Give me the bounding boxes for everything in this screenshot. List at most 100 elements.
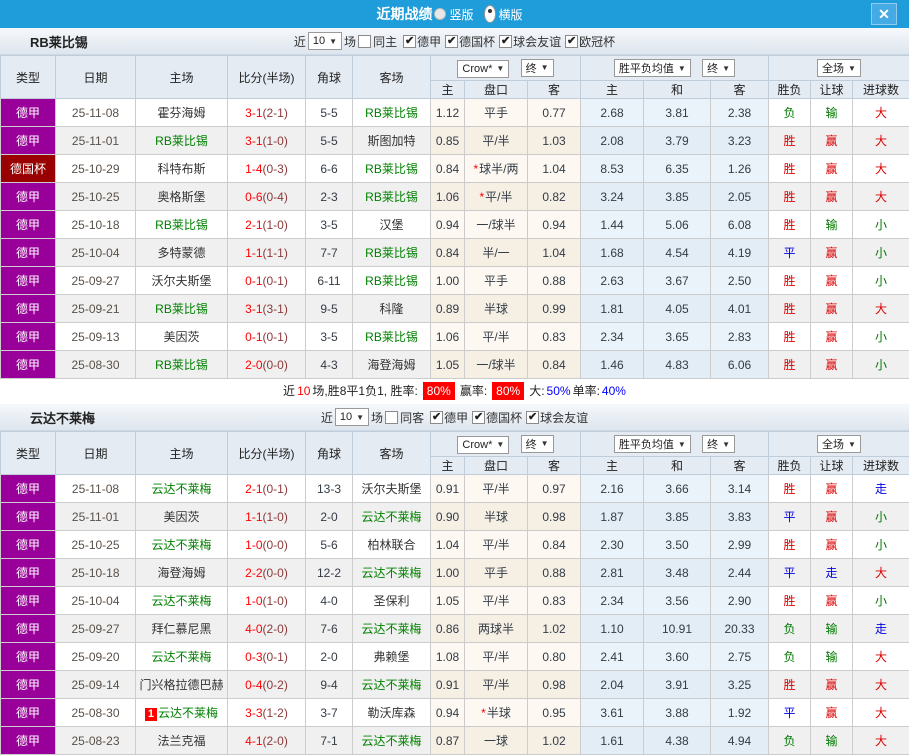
home-team-cell: RB莱比锡 — [136, 351, 228, 379]
single-rate-value: 40% — [602, 384, 626, 398]
corners-cell: 7-7 — [306, 239, 353, 267]
league-checkbox[interactable]: ✔ — [472, 411, 485, 424]
corners-cell: 7-6 — [306, 615, 353, 643]
bookmaker-select[interactable]: Crow*▼ — [457, 60, 509, 78]
goals-result-cell: 小 — [853, 211, 909, 239]
league-checkbox[interactable]: ✔ — [565, 35, 578, 48]
away-team: 柏林联合 — [367, 538, 415, 552]
avg-draw-cell: 3.60 — [644, 643, 711, 671]
handicap-cell: *平/半 — [465, 127, 528, 155]
away-odds-cell: 0.83 — [528, 323, 581, 351]
close-button[interactable]: ✕ — [871, 3, 897, 25]
col-handicap: 盘口 — [465, 457, 528, 475]
home-team-cell: 多特蒙德 — [136, 239, 228, 267]
home-odds-cell: 0.90 — [431, 503, 465, 531]
odds-time-select[interactable]: 终▼ — [521, 59, 554, 77]
match-count-select[interactable]: 10▼ — [335, 408, 369, 426]
home-odds-cell: 0.84 — [431, 155, 465, 183]
league-checkbox[interactable]: ✔ — [499, 35, 512, 48]
away-odds-cell: 0.98 — [528, 503, 581, 531]
summary-profit-label: 赢率: — [460, 384, 487, 398]
result-cell: 平 — [769, 559, 811, 587]
goals-result-cell: 小 — [853, 587, 909, 615]
away-team: RB莱比锡 — [365, 190, 418, 204]
orientation-radio-0[interactable]: 竖版 — [434, 6, 473, 23]
match-row: 德甲 25-10-25 云达不莱梅 1-0(0-0) 5-6 柏林联合 1.04… — [1, 531, 909, 559]
handicap-cell: *半球 — [465, 295, 528, 323]
away-team-cell: 沃尔夫斯堡 — [353, 475, 431, 503]
section-header-team2: 云达不莱梅 近 10▼ 场 同客 ✔德甲✔德国杯✔球会友谊 — [0, 404, 909, 431]
goals-result-cell: 大 — [853, 727, 909, 755]
away-team-cell: RB莱比锡 — [353, 99, 431, 127]
avg-away-cell: 2.50 — [711, 267, 769, 295]
chevron-down-icon: ▼ — [848, 440, 856, 449]
home-odds-cell: 0.91 — [431, 475, 465, 503]
same-venue-checkbox[interactable] — [385, 411, 398, 424]
match-date: 25-11-01 — [56, 127, 136, 155]
handicap-star: * — [479, 190, 484, 204]
recent-matches-table-team1: 类型 日期 主场 比分(半场) 角球 客场 Crow*▼ 终▼ 胜平负均值▼ 终… — [0, 55, 909, 379]
handicap-value: 一球 — [484, 734, 508, 748]
handicap-result-cell: 输 — [811, 727, 853, 755]
match-date: 25-09-27 — [56, 615, 136, 643]
avg-odds-select[interactable]: 胜平负均值▼ — [614, 435, 691, 453]
chevron-down-icon: ▼ — [329, 37, 337, 46]
match-row: 德甲 25-09-20 云达不莱梅 0-3(0-1) 2-0 弗赖堡 1.08 … — [1, 643, 909, 671]
halftime-score: (0-1) — [263, 482, 288, 496]
handicap-value: 平/半 — [482, 650, 509, 664]
chevron-down-icon: ▼ — [496, 64, 504, 73]
result-cell: 胜 — [769, 267, 811, 295]
col-date: 日期 — [56, 56, 136, 99]
league-checkbox-label: 德国杯 — [486, 409, 522, 426]
competition-type-cell: 德甲 — [1, 671, 56, 699]
league-checkbox[interactable]: ✔ — [526, 411, 539, 424]
corners-cell: 3-7 — [306, 699, 353, 727]
home-odds-cell: 1.05 — [431, 587, 465, 615]
match-row: 德甲 25-11-08 霍芬海姆 3-1(2-1) 5-5 RB莱比锡 1.12… — [1, 99, 909, 127]
odds-time-select[interactable]: 终▼ — [521, 435, 554, 453]
handicap-result-cell: 赢 — [811, 351, 853, 379]
competition-type-cell: 德甲 — [1, 239, 56, 267]
away-team: 科隆 — [379, 302, 403, 316]
period-group: 全场▼ — [769, 56, 909, 81]
handicap-value: 平/半 — [482, 678, 509, 692]
away-odds-cell: 1.03 — [528, 127, 581, 155]
result-cell: 负 — [769, 727, 811, 755]
league-checkbox[interactable]: ✔ — [445, 35, 458, 48]
handicap-result-cell: 赢 — [811, 239, 853, 267]
match-date: 25-10-04 — [56, 239, 136, 267]
orientation-radio-1[interactable]: 横版 — [484, 5, 523, 23]
period-select[interactable]: 全场▼ — [817, 435, 861, 453]
away-team-cell: RB莱比锡 — [353, 155, 431, 183]
bookmaker-select[interactable]: Crow*▼ — [457, 436, 509, 454]
avg-draw-cell: 4.83 — [644, 351, 711, 379]
home-team: 门兴格拉德巴赫 — [139, 678, 223, 692]
col-away-odds: 客 — [528, 81, 581, 99]
away-team: 海登海姆 — [367, 358, 415, 372]
team-name: 云达不莱梅 — [0, 408, 95, 427]
away-team-cell: 云达不莱梅 — [353, 727, 431, 755]
league-checkbox[interactable]: ✔ — [403, 35, 416, 48]
avg-away-cell: 3.14 — [711, 475, 769, 503]
handicap-result-cell: 输 — [811, 643, 853, 671]
avg-away-cell: 3.83 — [711, 503, 769, 531]
halftime-score: (2-1) — [263, 106, 288, 120]
away-team-cell: 圣保利 — [353, 587, 431, 615]
avg-time-select[interactable]: 终▼ — [702, 435, 735, 453]
home-odds-cell: 0.89 — [431, 295, 465, 323]
avg-away-cell: 2.90 — [711, 587, 769, 615]
match-count-select[interactable]: 10▼ — [308, 32, 342, 50]
avg-home-cell: 2.34 — [581, 323, 644, 351]
match-date: 25-08-23 — [56, 727, 136, 755]
period-select[interactable]: 全场▼ — [817, 59, 861, 77]
competition-type-cell: 德甲 — [1, 211, 56, 239]
avg-odds-select[interactable]: 胜平负均值▼ — [614, 59, 691, 77]
league-checkbox[interactable]: ✔ — [430, 411, 443, 424]
fulltime-score: 4-1 — [245, 734, 262, 748]
orientation-radio-label: 竖版 — [449, 6, 473, 23]
avg-time-select[interactable]: 终▼ — [702, 59, 735, 77]
away-odds-cell: 0.88 — [528, 559, 581, 587]
halftime-score: (0-2) — [263, 678, 288, 692]
same-venue-label: 同客 — [400, 409, 424, 426]
same-venue-checkbox[interactable] — [358, 35, 371, 48]
